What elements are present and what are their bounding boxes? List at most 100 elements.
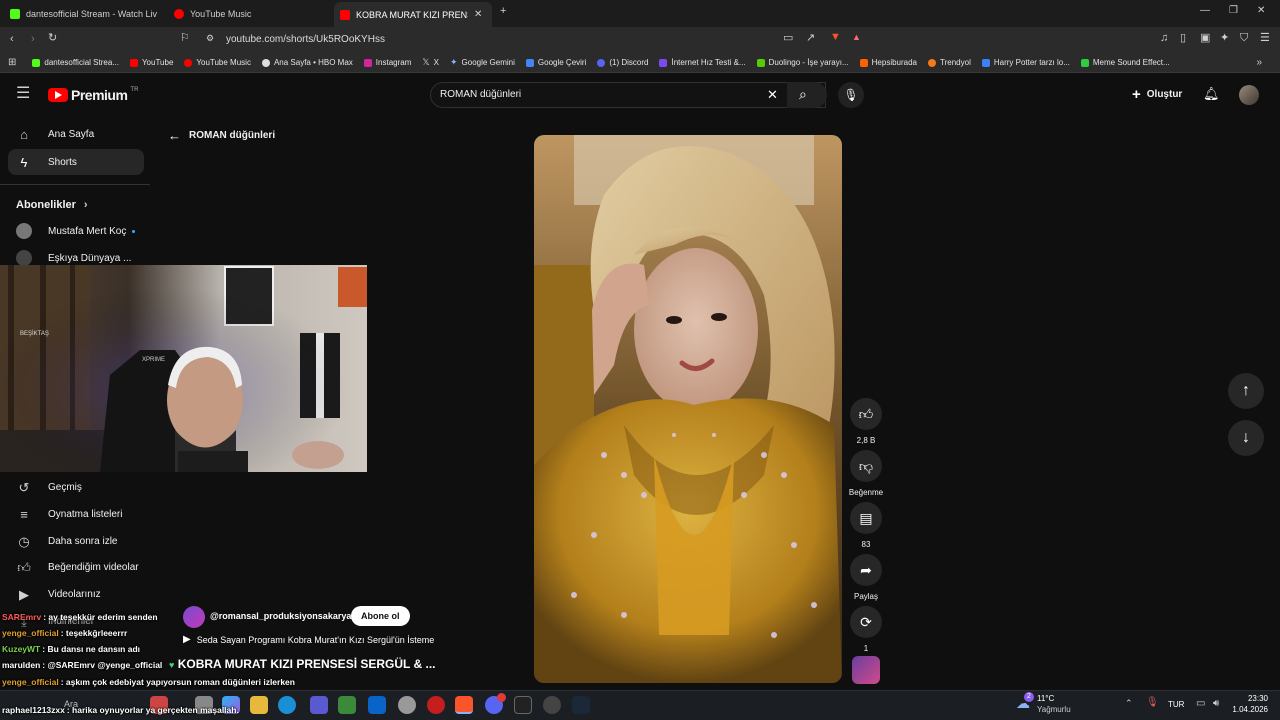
clock-time[interactable]: 23:30 — [1234, 694, 1268, 703]
sidebar-item-history[interactable]: ↺ Geçmiş — [8, 474, 144, 500]
comments-button[interactable]: ▤ 83 — [849, 502, 883, 549]
outlook-icon[interactable] — [368, 696, 386, 714]
tab-kobra-murat[interactable]: KOBRA MURAT KIZI PRENSE ✕ — [334, 2, 492, 27]
reload-icon[interactable]: ↻ — [48, 33, 57, 44]
bookmark-item[interactable]: Duolingo - İşe yarayı... — [756, 58, 849, 67]
bookmark-item[interactable]: (1) Discord — [597, 58, 648, 67]
bookmark-item[interactable]: Instagram — [363, 58, 411, 67]
sidebar-toggle-icon[interactable]: ▯ — [1180, 33, 1186, 44]
more-bookmarks-icon[interactable]: » — [1256, 57, 1262, 68]
bookmark-item[interactable]: Trendyol — [928, 58, 971, 67]
wallet-icon[interactable]: ▣ — [1200, 33, 1210, 44]
short-video-player[interactable] — [534, 135, 842, 683]
microphone-icon[interactable]: 🎙 — [1146, 698, 1159, 708]
back-icon[interactable]: ‹ — [10, 34, 14, 45]
sound-thumbnail[interactable] — [852, 656, 880, 684]
sidebar-item-playlists[interactable]: ≡ Oynatma listeleri — [8, 501, 144, 527]
search-box[interactable]: ROMAN düğünleri ✕ — [430, 82, 826, 108]
arrow-down-icon: ↓ — [1242, 429, 1250, 446]
settings-icon[interactable] — [398, 696, 416, 714]
avatar[interactable] — [1239, 85, 1259, 105]
create-button[interactable]: + Oluştur — [1132, 87, 1182, 102]
home-icon: ⌂ — [20, 126, 28, 142]
sidebar-sub-mustafa[interactable]: Mustafa Mert Koç — [8, 218, 144, 244]
clear-search-icon[interactable]: ✕ — [767, 88, 778, 101]
bookmark-item[interactable]: Hepsiburada — [859, 58, 917, 67]
sidebar-item-shorts[interactable]: ϟ Shorts — [8, 149, 144, 175]
bookmark-item[interactable]: 𝕏X — [422, 58, 439, 68]
clock-date[interactable]: 1.04.2026 — [1224, 705, 1268, 714]
brave-shield-icon[interactable]: ▼ — [830, 32, 841, 43]
sidebar-item-watch-later[interactable]: ◷ Daha sonra izle — [8, 528, 144, 554]
bookmark-item[interactable]: Harry Potter tarzı lo... — [981, 58, 1070, 67]
subscribe-button[interactable]: Abone ol — [351, 606, 410, 626]
channel-avatar[interactable] — [183, 606, 205, 628]
youtube-premium-logo[interactable]: Premium TR — [48, 87, 138, 103]
back-to-search-link[interactable]: ← ROMAN düğünleri — [168, 129, 275, 142]
brave-icon[interactable] — [455, 696, 473, 714]
channel-name[interactable]: @romansal_produksiyonsakarya — [210, 611, 351, 621]
volume-icon[interactable]: 🔊︎ — [1213, 699, 1219, 709]
clock-icon: ◷ — [18, 533, 30, 549]
bookmark-item[interactable]: Meme Sound Effect... — [1080, 58, 1170, 67]
file-explorer-icon[interactable] — [250, 696, 268, 714]
music-info[interactable]: ▶ Seda Sayan Programı Kobra Murat'ın Kız… — [183, 634, 434, 646]
search-button[interactable]: ⌕ — [787, 82, 827, 108]
search-input[interactable]: ROMAN düğünleri — [440, 89, 521, 100]
close-tab-icon[interactable]: ✕ — [474, 9, 482, 20]
edge-icon[interactable] — [278, 696, 296, 714]
leo-ai-icon[interactable]: ✦ — [1220, 33, 1229, 44]
site-settings-icon[interactable]: ⚙ — [206, 34, 214, 43]
store-icon[interactable] — [338, 696, 356, 714]
previous-short-button[interactable]: ↑ — [1228, 373, 1264, 409]
bookmark-item[interactable]: İnternet Hız Testi &... — [659, 58, 746, 67]
network-icon[interactable]: ▭ — [1196, 699, 1205, 709]
maximize-icon[interactable]: ❐ — [1229, 6, 1238, 16]
share-page-icon[interactable]: ↗ — [806, 33, 815, 44]
taskbar-app-icon[interactable] — [543, 696, 561, 714]
vpn-icon[interactable]: ⛉ — [1240, 33, 1248, 44]
minimize-icon[interactable]: — — [1200, 6, 1210, 16]
steam-icon[interactable] — [572, 696, 590, 714]
sidebar-item-liked[interactable]: 👍︎ Beğendiğim videolar — [8, 554, 144, 580]
menu-icon[interactable]: ☰ — [1260, 33, 1270, 44]
bookmark-item[interactable]: dantesofficial Strea... — [32, 58, 119, 67]
notifications-bell-icon[interactable]: 🔔︎ — [1203, 87, 1220, 100]
like-button[interactable]: 👍︎ 2,8 B — [849, 398, 883, 445]
hamburger-menu-icon[interactable]: ☰ — [16, 86, 30, 102]
brave-rewards-icon[interactable]: ▲ — [852, 33, 861, 42]
share-button[interactable]: ➦ Paylaş — [849, 554, 883, 601]
cast-icon[interactable]: ▭ — [783, 33, 793, 44]
bookmark-icon[interactable]: ⚐ — [180, 33, 190, 44]
url-text[interactable]: youtube.com/shorts/Uk5ROoKYHss — [226, 34, 385, 45]
opera-gx-icon[interactable] — [427, 696, 445, 714]
music-icon[interactable]: ♫ — [1160, 33, 1168, 44]
youtube-icon — [340, 9, 350, 20]
tab-youtube-music[interactable]: YouTube Music — [174, 4, 324, 24]
bookmark-item[interactable]: Ana Sayfa • HBO Max — [261, 58, 353, 67]
new-tab-icon[interactable]: + — [500, 6, 506, 17]
weather-temp[interactable]: 11°C — [1037, 694, 1054, 703]
bookmark-item[interactable]: ✦ Google Gemini — [450, 58, 515, 68]
language-indicator[interactable]: TUR — [1168, 700, 1184, 709]
close-window-icon[interactable]: ✕ — [1257, 6, 1265, 16]
dislike-button[interactable]: 👎︎ Beğenme — [849, 450, 883, 497]
remix-button[interactable]: ⟳ 1 — [849, 606, 883, 653]
bookmark-item[interactable]: YouTube Music — [184, 58, 251, 67]
apps-grid-icon[interactable]: ⊞ — [8, 57, 16, 68]
weather-desc[interactable]: Yağmurlu — [1037, 705, 1071, 714]
short-title[interactable]: ♥ KOBRA MURAT KIZI PRENSESİ SERGÜL & ... — [169, 657, 435, 671]
chevron-up-icon[interactable]: ⌃ — [1125, 699, 1133, 708]
bookmark-item[interactable]: Google Çeviri — [525, 58, 586, 67]
subscriptions-heading[interactable]: Abonelikler › — [16, 199, 88, 211]
voice-search-button[interactable]: 🎙 — [838, 82, 864, 108]
play-icon: ▶ — [183, 634, 191, 645]
forward-icon[interactable]: › — [31, 34, 35, 45]
sidebar-item-home[interactable]: ⌂ Ana Sayfa — [8, 121, 144, 147]
sidebar-item-your-videos[interactable]: ▶ Videolarınız — [8, 581, 144, 607]
taskbar-app-icon[interactable] — [310, 696, 328, 714]
tab-dantes-stream[interactable]: dantesofficial Stream - Watch Liv — [10, 4, 160, 24]
epic-games-icon[interactable] — [514, 696, 532, 714]
bookmark-item[interactable]: YouTube — [129, 58, 173, 67]
next-short-button[interactable]: ↓ — [1228, 420, 1264, 456]
